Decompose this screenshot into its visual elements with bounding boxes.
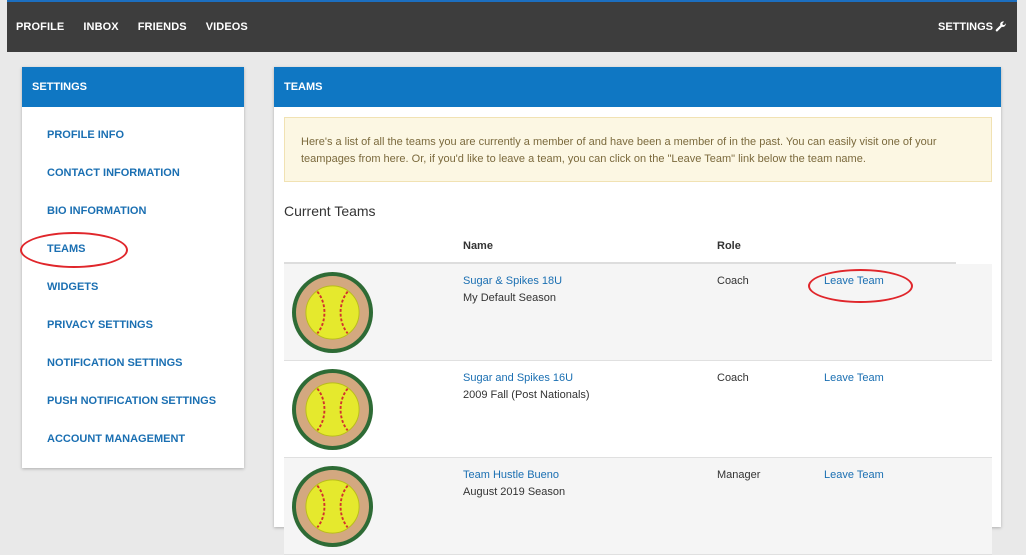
teams-table: Name Role Sugar & Spikes 18U My Default … (284, 235, 992, 555)
panel-title: TEAMS (274, 67, 1001, 107)
sidebar-item-teams[interactable]: TEAMS (22, 230, 244, 268)
teams-panel: TEAMS Here's a list of all the teams you… (274, 67, 1001, 555)
table-row: Sugar and Spikes 16U 2009 Fall (Post Nat… (284, 361, 992, 458)
wrench-icon (995, 21, 1006, 32)
nav-profile[interactable]: PROFILE (16, 21, 64, 33)
nav-friends[interactable]: FRIENDS (138, 21, 187, 33)
settings-link[interactable]: SETTINGS (938, 21, 1007, 33)
team-name-link[interactable]: Sugar & Spikes 18U (463, 275, 562, 287)
nav-videos[interactable]: VIDEOS (206, 21, 248, 33)
sidebar-menu: PROFILE INFO CONTACT INFORMATION BIO INF… (22, 116, 244, 458)
table-header: Name Role (284, 235, 956, 264)
team-logo[interactable] (292, 272, 373, 353)
team-name-link[interactable]: Team Hustle Bueno (463, 469, 559, 481)
softball-icon (305, 382, 360, 437)
sidebar-item-bio-information[interactable]: BIO INFORMATION (22, 192, 244, 230)
section-title: Current Teams (284, 203, 376, 219)
team-logo[interactable] (292, 369, 373, 450)
sidebar-item-profile-info[interactable]: PROFILE INFO (22, 116, 244, 154)
sidebar-item-widgets[interactable]: WIDGETS (22, 268, 244, 306)
softball-icon (305, 285, 360, 340)
nav-inbox[interactable]: INBOX (83, 21, 118, 33)
table-row: Team Hustle Bueno August 2019 Season Man… (284, 458, 992, 555)
top-nav: PROFILE INBOX FRIENDS VIDEOS (16, 21, 267, 33)
team-role: Coach (717, 275, 749, 287)
sidebar-item-contact-information[interactable]: CONTACT INFORMATION (22, 154, 244, 192)
team-season: August 2019 Season (463, 486, 566, 498)
team-logo[interactable] (292, 466, 373, 547)
sidebar-item-notification-settings[interactable]: NOTIFICATION SETTINGS (22, 344, 244, 382)
team-season: 2009 Fall (Post Nationals) (463, 389, 590, 401)
settings-label: SETTINGS (937, 21, 993, 33)
sidebar-item-account-management[interactable]: ACCOUNT MANAGEMENT (22, 420, 244, 458)
team-role: Coach (717, 372, 749, 384)
sidebar-item-push-notification-settings[interactable]: PUSH NOTIFICATION SETTINGS (22, 382, 244, 420)
sidebar-title: SETTINGS (22, 67, 244, 107)
column-header-role: Role (717, 240, 741, 252)
softball-icon (305, 479, 360, 534)
column-header-name: Name (463, 240, 493, 252)
leave-team-link[interactable]: Leave Team (824, 275, 884, 287)
top-nav-bar: PROFILE INBOX FRIENDS VIDEOS SETTINGS (7, 0, 1017, 52)
leave-team-link[interactable]: Leave Team (824, 469, 884, 481)
sidebar-item-privacy-settings[interactable]: PRIVACY SETTINGS (22, 306, 244, 344)
table-row: Sugar & Spikes 18U My Default Season Coa… (284, 264, 992, 361)
settings-sidebar: SETTINGS PROFILE INFO CONTACT INFORMATIO… (22, 67, 244, 468)
team-name-link[interactable]: Sugar and Spikes 16U (463, 372, 573, 384)
team-season: My Default Season (463, 292, 556, 304)
info-alert: Here's a list of all the teams you are c… (284, 117, 992, 182)
team-role: Manager (717, 469, 761, 481)
leave-team-link[interactable]: Leave Team (824, 372, 884, 384)
